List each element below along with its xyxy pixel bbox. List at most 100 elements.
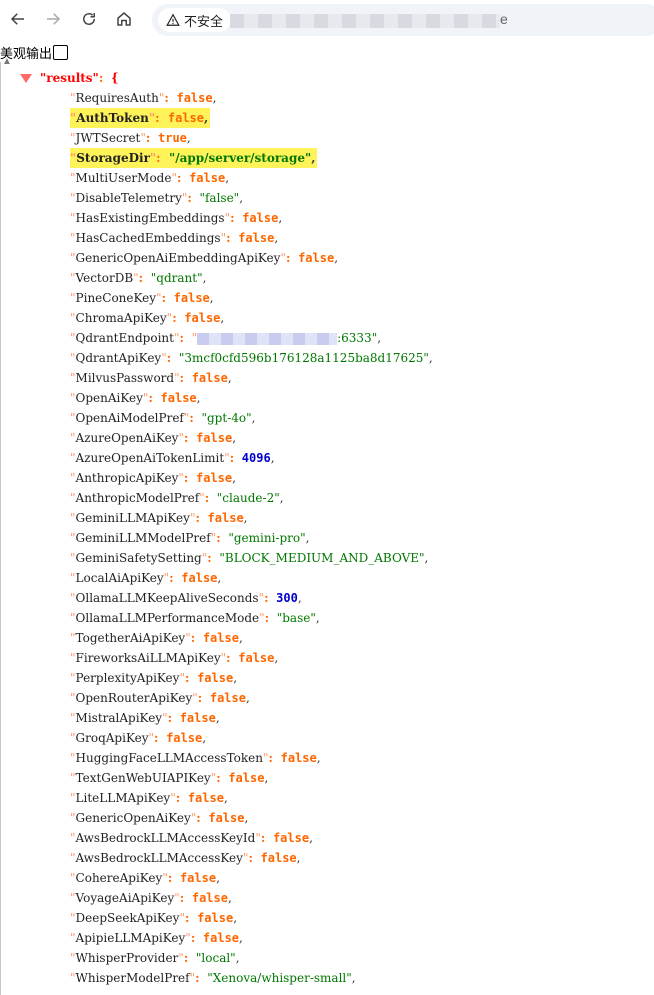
json-comma: , — [278, 211, 283, 225]
json-row: "PineConeKey": false, — [70, 288, 216, 308]
json-row: "AnthropicApiKey": false, — [70, 468, 238, 488]
json-row: "PerplexityApiKey": false, — [70, 668, 239, 688]
json-key: OpenAiKey — [75, 391, 143, 405]
json-comma: , — [274, 651, 279, 665]
json-value: false — [280, 751, 317, 765]
json-key: AnthropicModelPref — [75, 491, 200, 505]
json-colon: : — [204, 491, 210, 505]
json-key: QdrantApiKey — [75, 351, 162, 365]
json-colon: : — [148, 391, 153, 405]
json-colon: : — [268, 751, 273, 765]
json-colon: : — [264, 611, 270, 625]
json-comma: , — [227, 891, 232, 905]
security-chip[interactable]: 不安全 — [158, 8, 232, 32]
json-comma: , — [223, 791, 228, 805]
pretty-print-checkbox[interactable] — [53, 44, 69, 60]
json-row: "OpenAiKey": false, — [70, 388, 202, 408]
root-key: "results" — [40, 71, 99, 85]
json-key: GroqApiKey — [75, 731, 149, 745]
json-value: "local" — [195, 951, 236, 965]
json-colon: : — [196, 811, 201, 825]
json-key: OpenRouterApiKey — [75, 691, 193, 705]
json-colon: : — [145, 131, 151, 145]
json-value: false — [184, 311, 221, 325]
json-row: "GenericOpenAiKey": false, — [70, 808, 250, 828]
json-key: GenericOpenAiEmbeddingApiKey — [75, 251, 281, 265]
json-comma: , — [204, 111, 209, 125]
json-value: "gemini-pro" — [228, 531, 306, 545]
json-key: HasExistingEmbeddings — [75, 211, 225, 225]
json-colon: : — [190, 931, 196, 945]
home-button[interactable] — [111, 6, 137, 32]
json-key: OpenAiModelPref — [75, 411, 184, 425]
json-colon: : — [187, 191, 192, 205]
json-comma: , — [227, 371, 232, 385]
back-button[interactable] — [5, 6, 31, 32]
reload-button[interactable] — [76, 6, 102, 32]
json-value: 4096 — [241, 451, 271, 465]
json-value: false — [207, 511, 244, 525]
json-root-line: "results": { — [20, 68, 119, 88]
json-comma: , — [232, 431, 237, 445]
json-comma: , — [233, 671, 238, 685]
json-row: "AwsBedrockLLMAccessKey": false, — [70, 848, 302, 868]
json-value: false — [298, 251, 335, 265]
json-comma: , — [264, 771, 269, 785]
json-row: "GeminiSafetySetting": "BLOCK_MEDIUM_AND… — [70, 548, 430, 568]
json-row: "VoyageAiApiKey": false, — [70, 888, 234, 908]
arrow-left-icon — [10, 13, 24, 25]
json-row: "MistralApiKey": false, — [70, 708, 222, 728]
json-comma: , — [311, 151, 316, 165]
json-key: VectorDB — [75, 271, 134, 285]
json-row: "OpenRouterApiKey": false, — [70, 688, 252, 708]
json-value: false — [191, 891, 228, 905]
json-comma: , — [305, 531, 310, 545]
json-row: "WhisperProvider": "local", — [70, 948, 242, 968]
json-value: false — [209, 691, 246, 705]
json-row: "OllamaLLMPerformanceMode": "base", — [70, 608, 322, 628]
root-colon: : — [98, 71, 104, 85]
json-key: ApipieLLMApiKey — [75, 931, 186, 945]
json-comma: , — [217, 571, 222, 585]
json-comma: , — [239, 191, 244, 205]
json-comma: , — [377, 331, 382, 345]
json-key: GeminiLLMApiKey — [75, 511, 190, 525]
arrow-right-icon — [47, 13, 61, 25]
json-row: "FireworksAiLLMApiKey": false, — [70, 648, 280, 668]
json-value: "/app/server/storage" — [168, 151, 312, 165]
json-key: AwsBedrockLLMAccessKeyId — [75, 831, 256, 845]
json-value: false — [202, 631, 239, 645]
json-key: AzureOpenAiTokenLimit — [75, 451, 225, 465]
json-value: false — [197, 911, 234, 925]
json-row: "RequiresAuth": false, — [70, 88, 218, 108]
json-comma: , — [334, 251, 339, 265]
json-key: WhisperModelPref — [75, 971, 190, 985]
json-colon: : — [167, 871, 173, 885]
root-brace: { — [110, 71, 119, 85]
json-colon: : — [179, 371, 185, 385]
json-key: CohereApiKey — [75, 871, 163, 885]
json-row: "DeepSeekApiKey": false, — [70, 908, 239, 928]
json-comma: , — [212, 91, 217, 105]
json-row: "HasCachedEmbeddings": false, — [70, 228, 280, 248]
json-comma: , — [297, 591, 302, 605]
json-key: DisableTelemetry — [75, 191, 182, 205]
forward-button[interactable] — [40, 6, 66, 32]
json-value: false — [167, 111, 204, 125]
json-value: false — [176, 91, 213, 105]
json-key: AzureOpenAiKey — [75, 431, 179, 445]
collapse-toggle-icon[interactable] — [20, 74, 32, 83]
url-text: e — [500, 11, 508, 27]
json-comma: , — [296, 851, 301, 865]
json-value: "qdrant" — [150, 271, 203, 285]
json-row: "JWTSecret": true, — [70, 128, 193, 148]
json-row: "VectorDB": "qdrant", — [70, 268, 208, 288]
address-bar[interactable]: 不安全 e — [152, 4, 654, 36]
json-comma: , — [245, 691, 250, 705]
json-colon: : — [184, 671, 190, 685]
json-key: HasCachedEmbeddings — [75, 231, 221, 245]
json-row: "AnthropicModelPref": "claude-2", — [70, 488, 286, 508]
json-key: LocalAiApiKey — [75, 571, 164, 585]
json-comma: , — [351, 971, 356, 985]
json-colon: : — [184, 431, 189, 445]
